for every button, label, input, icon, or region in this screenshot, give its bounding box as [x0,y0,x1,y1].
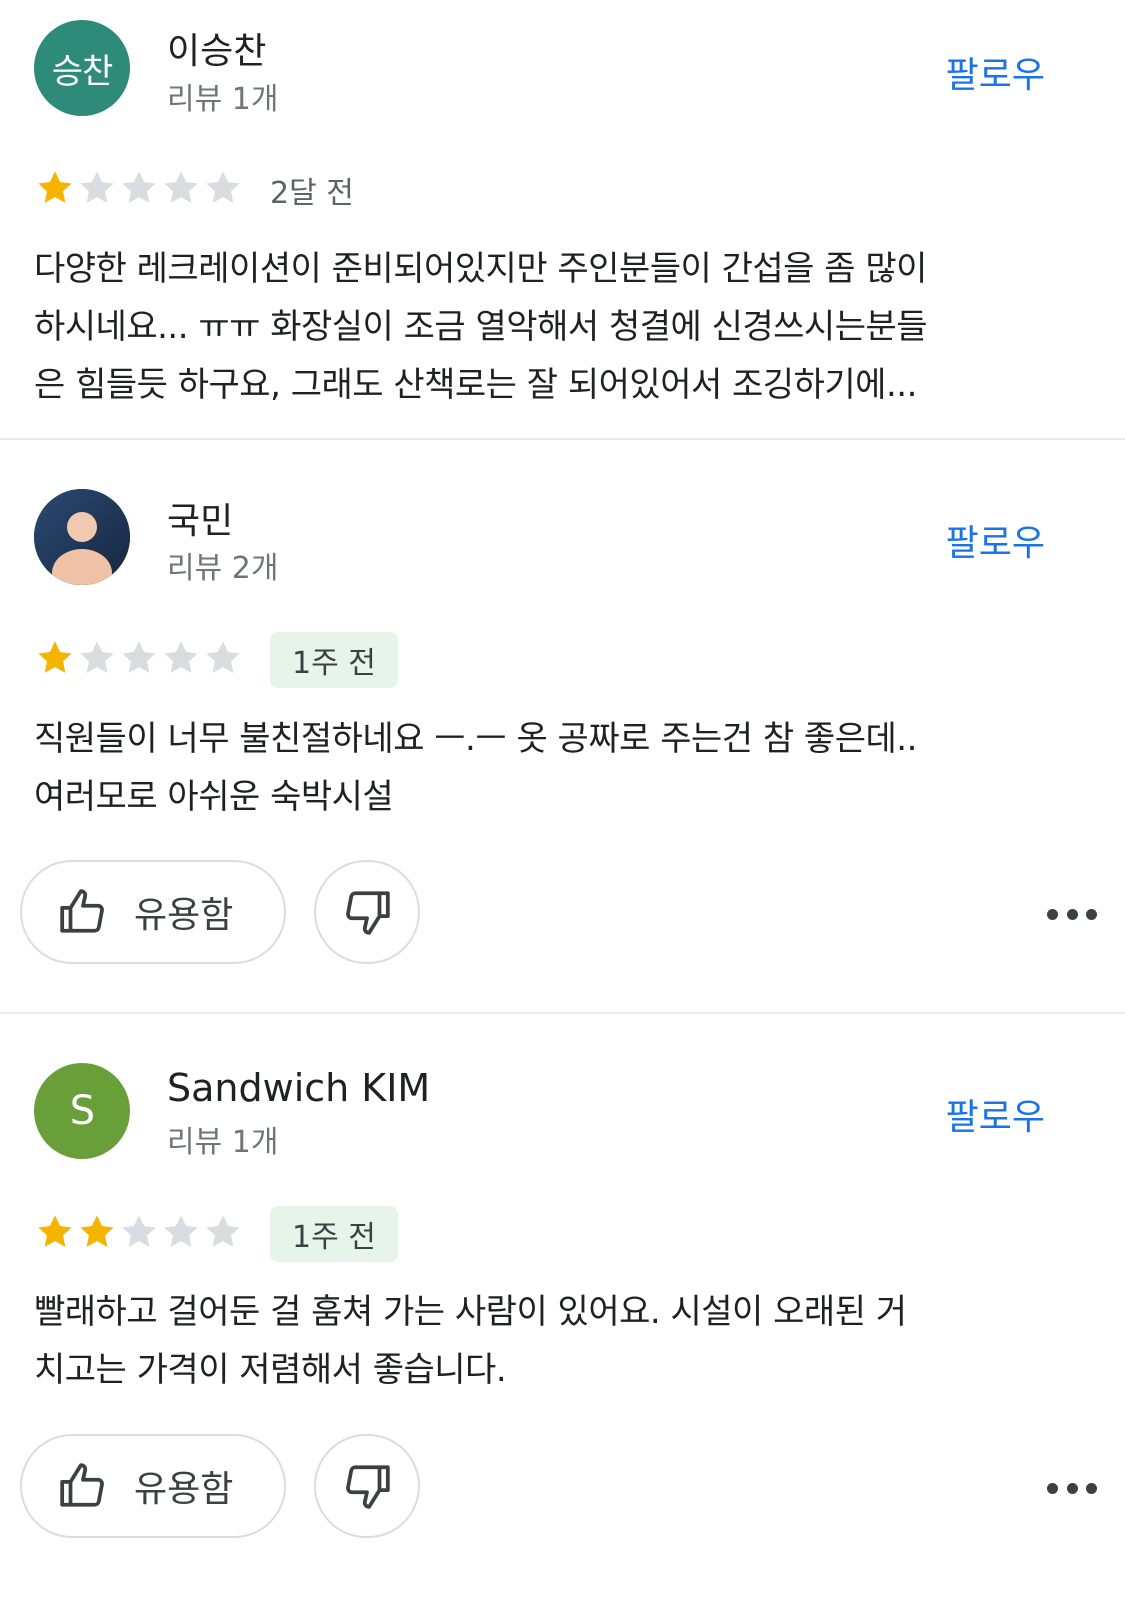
default-person-icon [34,489,130,585]
star-rating [34,636,244,680]
thumbs-down-icon [346,1465,390,1509]
thumbs-up-icon [60,889,104,933]
follow-button[interactable]: 팔로우 [946,514,1045,566]
helpful-label: 유용함 [134,895,234,936]
more-options-icon[interactable] [1047,904,1097,924]
avatar-initials: S [69,1088,95,1134]
star-rating [34,166,244,210]
dot [1047,908,1058,920]
review-time-badge: 1주 전 [270,632,398,688]
helpful-label: 유용함 [134,1469,234,1510]
star-empty-icon [80,171,114,203]
divider [0,1012,1125,1014]
dot [1086,1482,1097,1494]
star-filled-icon [38,641,72,673]
avatar-initials: 승찬 [51,51,114,92]
thumbs-down-icon [346,891,390,935]
follow-button[interactable]: 팔로우 [946,46,1045,98]
reviewer-name[interactable]: 이승찬 [167,22,266,74]
star-empty-icon [164,171,198,203]
dot [1066,1482,1078,1494]
review-time-badge: 1주 전 [270,1206,398,1262]
reviewer-name[interactable]: Sandwich KIM [167,1066,430,1110]
review-text[interactable]: 빨래하고 걸어둔 걸 훔쳐 가는 사람이 있어요. 시설이 오래된 거 치고는 … [34,1283,1094,1399]
star-filled-icon [80,1215,114,1247]
not-helpful-button[interactable] [314,860,420,964]
star-empty-icon [122,1215,156,1247]
star-empty-icon [206,641,240,673]
star-rating [34,1210,244,1254]
star-filled-icon [38,1215,72,1247]
star-empty-icon [164,641,198,673]
review-text[interactable]: 다양한 레크레이션이 준비되어있지만 주인분들이 간섭을 좀 많이 하시네요..… [34,240,1094,414]
follow-button[interactable]: 팔로우 [946,1088,1045,1140]
reviewer-name[interactable]: 국민 [167,492,233,544]
star-empty-icon [206,171,240,203]
more-options-icon[interactable] [1047,1478,1097,1498]
divider [0,438,1125,440]
reviewer-review-count: 리뷰 2개 [167,551,279,586]
reviewer-review-count: 리뷰 1개 [167,1125,279,1160]
review-text[interactable]: 직원들이 너무 불친절하네요 ㅡ.ㅡ 옷 공짜로 주는건 참 좋은데.. 여러모… [34,710,1094,826]
dot [1066,908,1078,920]
helpful-button[interactable]: 유용함 [20,1434,286,1538]
star-empty-icon [164,1215,198,1247]
not-helpful-button[interactable] [314,1434,420,1538]
reviewer-review-count: 리뷰 1개 [167,82,279,117]
dot [1047,1482,1058,1494]
avatar[interactable]: S [34,1063,130,1159]
star-filled-icon [38,171,72,203]
thumbs-up-icon [60,1463,104,1507]
helpful-button[interactable]: 유용함 [20,860,286,964]
avatar[interactable]: 승찬 [34,20,130,116]
star-empty-icon [80,641,114,673]
dot [1086,908,1097,920]
review-time: 2달 전 [270,176,354,211]
star-empty-icon [122,641,156,673]
star-empty-icon [206,1215,240,1247]
avatar[interactable] [34,489,130,585]
star-empty-icon [122,171,156,203]
